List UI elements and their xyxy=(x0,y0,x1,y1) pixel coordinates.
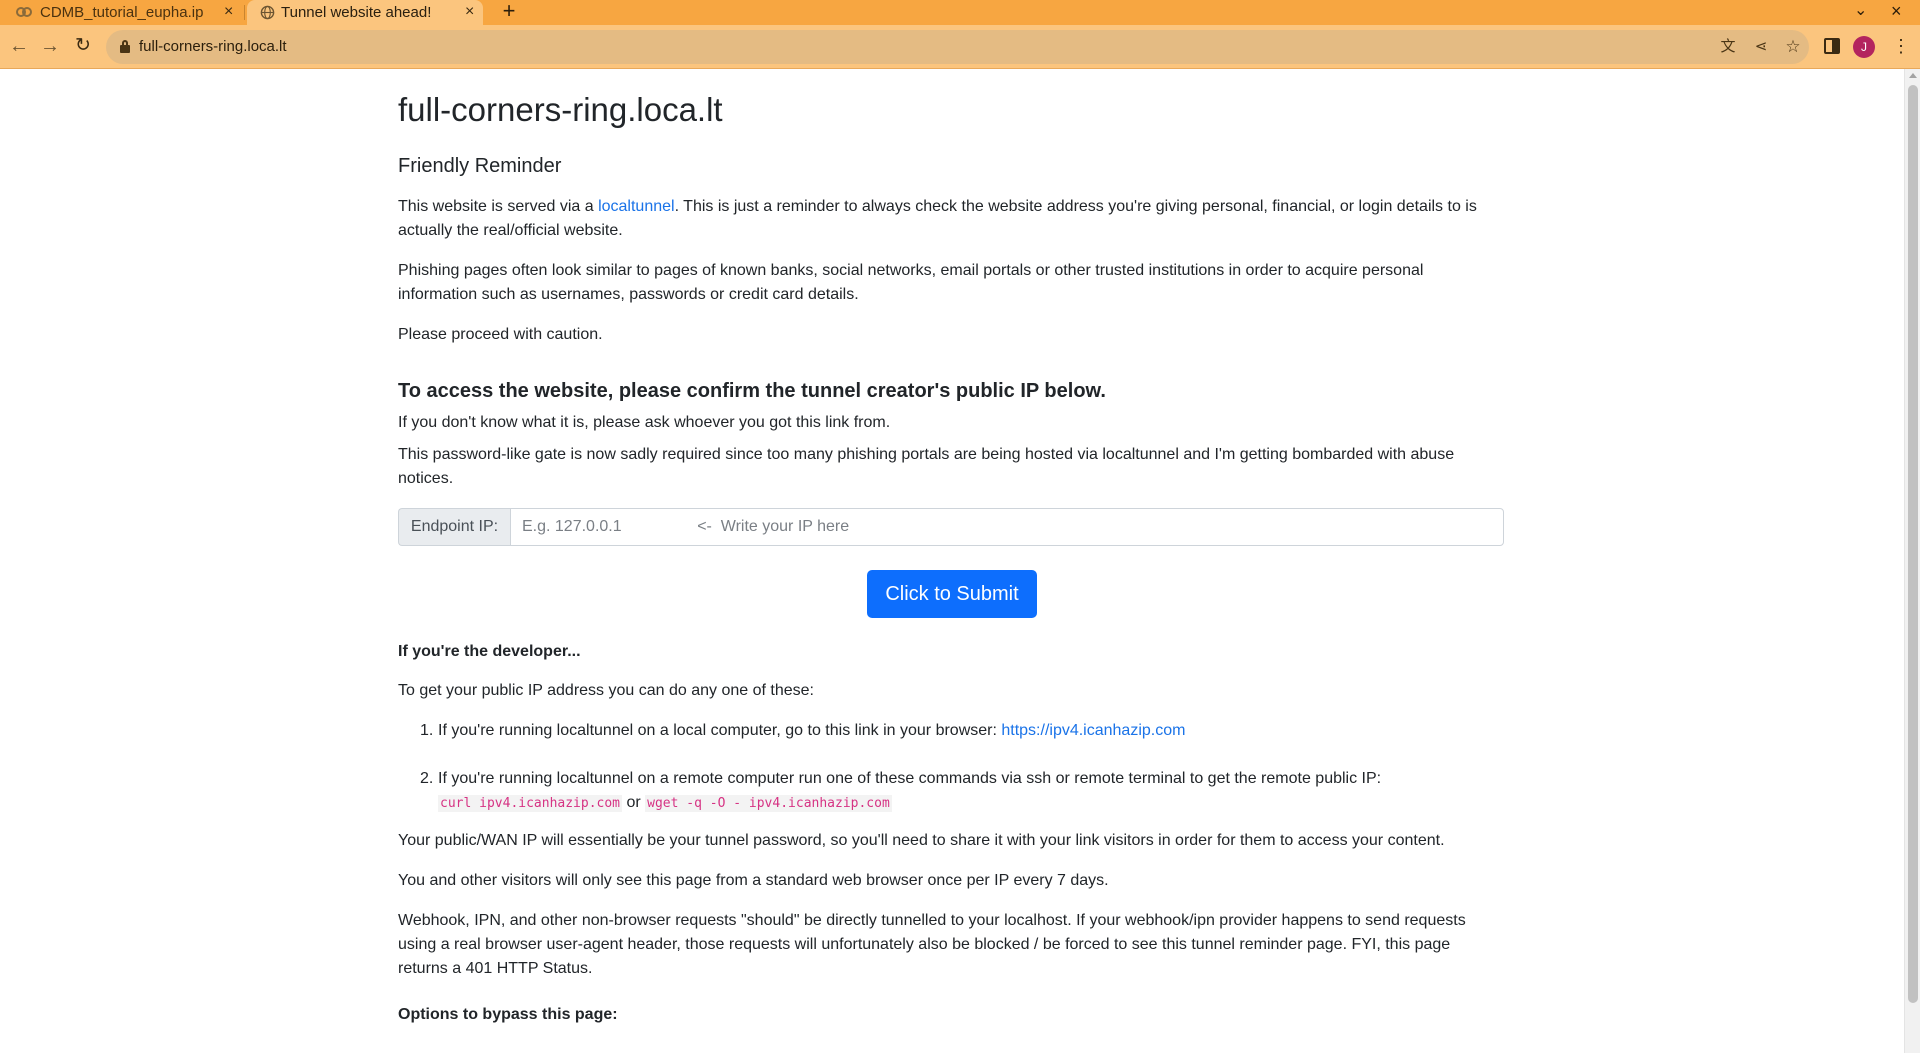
intro-paragraph: This website is served via a localtunnel… xyxy=(398,195,1504,243)
submit-button[interactable]: Click to Submit xyxy=(867,570,1037,618)
phishing-paragraph: Phishing pages often look similar to pag… xyxy=(398,262,1424,303)
tab-title: Tunnel website ahead! xyxy=(281,4,432,21)
list-number: 2. xyxy=(420,770,434,787)
gate-paragraph: This password-like gate is now sadly req… xyxy=(398,446,1455,487)
caution-paragraph: Please proceed with caution. xyxy=(398,326,603,343)
tab-cdmb-tutorial[interactable]: CDMB_tutorial_eupha.ip × xyxy=(0,0,242,25)
address-bar[interactable]: full-corners-ring.loca.lt 文 ⋖ ☆ xyxy=(106,30,1809,64)
bypass-heading: Options to bypass this page: xyxy=(398,1006,618,1023)
forward-arrow-icon[interactable]: → xyxy=(38,35,62,59)
webhook-paragraph: Webhook, IPN, and other non-browser requ… xyxy=(398,912,1466,977)
url-text[interactable]: full-corners-ring.loca.lt xyxy=(139,38,287,55)
tab-strip: CDMB_tutorial_eupha.ip × Tunnel website … xyxy=(0,0,1920,25)
step-1-text: If you're running localtunnel on a local… xyxy=(438,722,1002,739)
scroll-up-arrow-icon[interactable] xyxy=(1909,73,1917,78)
icanhazip-link[interactable]: https://ipv4.icanhazip.com xyxy=(1001,722,1185,739)
list-number: 1. xyxy=(420,722,434,739)
or-text: or xyxy=(626,794,641,811)
side-panel-icon[interactable] xyxy=(1824,38,1840,54)
wan-paragraph: Your public/WAN IP will essentially be y… xyxy=(398,832,1445,849)
back-arrow-icon[interactable]: ← xyxy=(7,35,31,59)
tab-divider xyxy=(244,5,245,20)
developer-heading: If you're the developer... xyxy=(398,643,581,660)
list-item-1: 1. If you're running localtunnel on a lo… xyxy=(420,719,1504,743)
access-heading: To access the website, please confirm th… xyxy=(398,380,1106,402)
new-tab-button[interactable]: + xyxy=(498,0,520,25)
bookmark-star-icon[interactable]: ☆ xyxy=(1783,37,1803,57)
wget-command: wget -q -O - ipv4.icanhazip.com xyxy=(645,795,892,812)
list-text: If you're running localtunnel on a remot… xyxy=(438,767,1504,816)
visitors-paragraph: You and other visitors will only see thi… xyxy=(398,872,1109,889)
scrollbar-thumb[interactable] xyxy=(1908,85,1918,1003)
vertical-scrollbar[interactable] xyxy=(1904,69,1920,1053)
browser-toolbar: ← → ↻ full-corners-ring.loca.lt 文 ⋖ ☆ J … xyxy=(0,25,1920,69)
profile-avatar[interactable]: J xyxy=(1853,36,1875,58)
tab-tunnel-website[interactable]: Tunnel website ahead! × xyxy=(247,0,483,25)
localtunnel-link[interactable]: localtunnel xyxy=(598,198,675,215)
close-tab-icon[interactable]: × xyxy=(465,4,474,20)
page-title: full-corners-ring.loca.lt xyxy=(398,91,723,128)
public-ip-intro: To get your public IP address you can do… xyxy=(398,682,814,699)
colab-icon xyxy=(16,7,32,17)
globe-icon xyxy=(260,5,275,20)
close-tab-icon[interactable]: × xyxy=(224,4,233,20)
ask-paragraph: If you don't know what it is, please ask… xyxy=(398,414,891,431)
endpoint-ip-group: Endpoint IP: xyxy=(398,508,1504,546)
intro-text-before: This website is served via a xyxy=(398,198,599,215)
share-icon[interactable]: ⋖ xyxy=(1751,37,1771,57)
more-menu-icon[interactable]: ⋮ xyxy=(1892,35,1910,59)
lock-icon[interactable] xyxy=(120,40,130,53)
tab-title: CDMB_tutorial_eupha.ip xyxy=(40,4,204,21)
endpoint-ip-input[interactable] xyxy=(510,508,1504,546)
window-close-icon[interactable]: × xyxy=(1891,0,1902,25)
reload-icon[interactable]: ↻ xyxy=(71,35,95,59)
curl-command: curl ipv4.icanhazip.com xyxy=(438,795,623,812)
reminder-heading: Friendly Reminder xyxy=(398,155,562,177)
tab-search-chevron-icon[interactable]: ⌄ xyxy=(1854,0,1867,25)
list-text: If you're running localtunnel on a local… xyxy=(438,719,1504,743)
list-item-2: 2. If you're running localtunnel on a re… xyxy=(420,767,1504,815)
step-2-text: If you're running localtunnel on a remot… xyxy=(438,770,1382,787)
endpoint-ip-label: Endpoint IP: xyxy=(398,508,510,546)
translate-icon[interactable]: 文 xyxy=(1718,37,1738,57)
